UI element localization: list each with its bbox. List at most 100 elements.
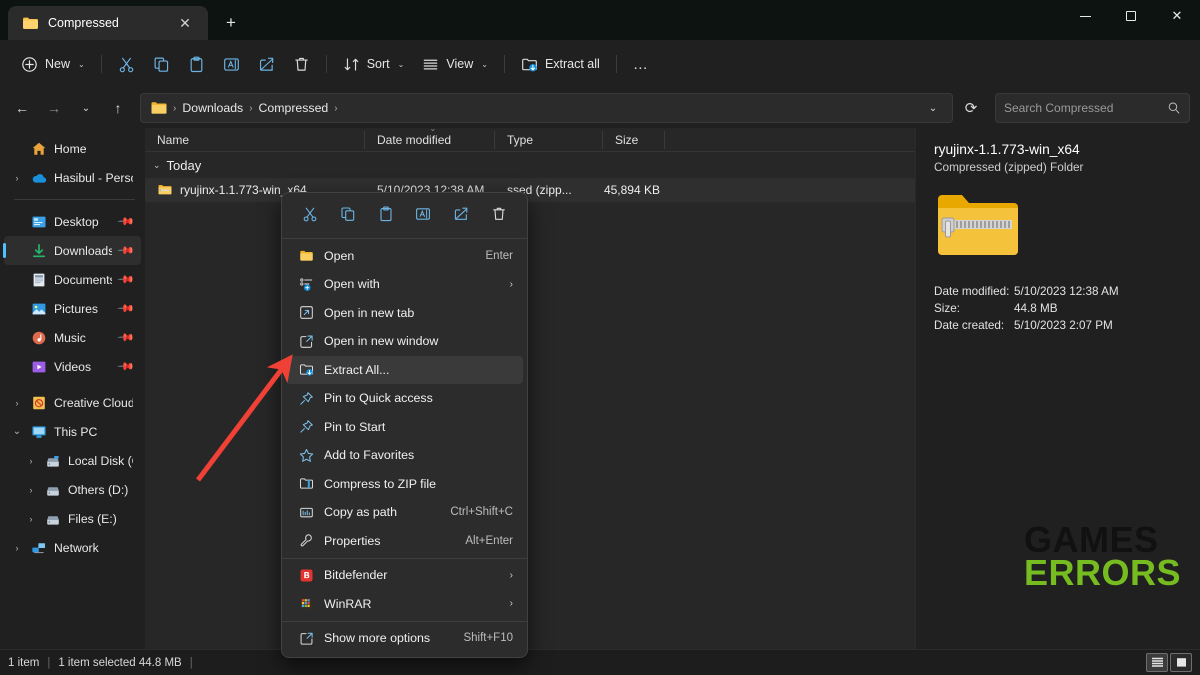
view-button[interactable]: View ⌄: [413, 48, 497, 80]
context-menu-item-open-with[interactable]: Open with ›: [286, 271, 523, 299]
context-menu-item-open[interactable]: Open Enter: [286, 242, 523, 270]
paste-button[interactable]: [179, 48, 214, 80]
pin-icon[interactable]: 📌: [117, 270, 136, 289]
zip-folder-icon: [157, 183, 173, 197]
expander-icon[interactable]: ›: [24, 485, 38, 495]
sort-button[interactable]: Sort ⌄: [334, 48, 414, 80]
context-menu-item-show-more-options[interactable]: Show more options Shift+F10: [286, 625, 523, 653]
refresh-button[interactable]: ⟳: [955, 93, 987, 123]
details-title: ryujinx-1.1.773-win_x64: [934, 142, 1182, 157]
context-menu-item-pin-to-quick-access[interactable]: Pin to Quick access: [286, 385, 523, 413]
minimize-button[interactable]: [1062, 0, 1108, 32]
sidebar-item-documents[interactable]: › Documents 📌: [4, 265, 141, 294]
sidebar-item-creative-cloud[interactable]: › Creative Cloud Files: [4, 388, 141, 417]
rename-button[interactable]: [214, 48, 249, 80]
context-menu-item-winrar[interactable]: WinRAR ›: [286, 590, 523, 618]
context-menu-item-open-in-new-window[interactable]: Open in new window: [286, 328, 523, 356]
context-menu-item-bitdefender[interactable]: Bitdefender ›: [286, 562, 523, 590]
details-view-button[interactable]: [1146, 653, 1168, 672]
column-header-date-modified[interactable]: ⌄ Date modified: [365, 131, 495, 149]
paste-icon[interactable]: [372, 200, 400, 228]
sidebar-item-onedrive[interactable]: › Hasibul - Personal: [4, 163, 141, 192]
column-header-type[interactable]: Type: [495, 131, 603, 149]
context-menu-item-pin-to-start[interactable]: Pin to Start: [286, 413, 523, 441]
rename-icon[interactable]: [409, 200, 437, 228]
cut-button[interactable]: [109, 48, 144, 80]
copy-icon[interactable]: [334, 200, 362, 228]
breadcrumb-separator[interactable]: ›: [332, 103, 339, 114]
back-button[interactable]: ←: [6, 93, 38, 123]
cut-icon[interactable]: [296, 200, 324, 228]
sidebar-item-home[interactable]: › Home: [4, 134, 141, 163]
table-row[interactable]: ryujinx-1.1.773-win_x64 5/10/2023 12:38 …: [145, 178, 915, 202]
chevron-down-icon: ⌄: [78, 60, 85, 69]
forward-button[interactable]: →: [38, 93, 70, 123]
group-header-today[interactable]: ⌄ Today: [145, 152, 915, 178]
sidebar-item-music[interactable]: › Music 📌: [4, 323, 141, 352]
new-tab-button[interactable]: +: [214, 6, 248, 40]
pin-icon[interactable]: 📌: [117, 328, 136, 347]
share-icon[interactable]: [447, 200, 475, 228]
up-button[interactable]: ↑: [102, 93, 134, 123]
context-menu-item-copy-as-path[interactable]: Copy as path Ctrl+Shift+C: [286, 499, 523, 527]
sidebar-item-this-pc[interactable]: ⌄ This PC: [4, 417, 141, 446]
chevron-down-icon: ⌄: [398, 60, 405, 69]
pin-icon[interactable]: 📌: [117, 212, 136, 231]
context-menu-item-add-to-favorites[interactable]: Add to Favorites: [286, 442, 523, 470]
share-button[interactable]: [249, 48, 284, 80]
breadcrumb-downloads[interactable]: Downloads: [178, 101, 247, 115]
delete-icon[interactable]: [485, 200, 513, 228]
pin-icon[interactable]: 📌: [117, 299, 136, 318]
search-input[interactable]: [1004, 101, 1167, 115]
close-window-button[interactable]: ✕: [1154, 0, 1200, 32]
breadcrumb-dropdown-icon[interactable]: ⌄: [920, 96, 946, 120]
sidebar-item-network[interactable]: › Network: [4, 533, 141, 562]
context-menu-item-extract-all[interactable]: Extract All...: [286, 356, 523, 384]
context-menu-item-open-in-new-tab[interactable]: Open in new tab: [286, 299, 523, 327]
expander-icon[interactable]: ›: [10, 173, 24, 183]
more-options-button[interactable]: …: [624, 48, 658, 80]
recent-locations-button[interactable]: ⌄: [70, 93, 102, 123]
search-box[interactable]: [995, 93, 1190, 123]
command-bar: New ⌄: [0, 40, 1200, 88]
sidebar-item-videos[interactable]: › Videos 📌: [4, 352, 141, 381]
tab-compressed[interactable]: Compressed ✕: [8, 6, 208, 40]
show-more-options-icon: [298, 630, 314, 646]
context-menu-item-compress-to-zip[interactable]: Compress to ZIP file: [286, 470, 523, 498]
expander-icon[interactable]: ›: [24, 456, 38, 466]
expander-icon[interactable]: ›: [10, 543, 24, 553]
onedrive-icon: [31, 170, 47, 186]
sidebar-label: Downloads: [54, 244, 112, 258]
sidebar-item-pictures[interactable]: › Pictures 📌: [4, 294, 141, 323]
breadcrumb[interactable]: › Downloads › Compressed › ⌄: [140, 93, 953, 123]
sidebar-item-desktop[interactable]: › Desktop 📌: [4, 207, 141, 236]
chevron-down-icon[interactable]: ⌄: [153, 160, 161, 171]
copy-button[interactable]: [144, 48, 179, 80]
pin-icon: [298, 419, 314, 435]
context-menu-divider: [282, 238, 527, 239]
sort-icon: [343, 56, 360, 73]
close-icon[interactable]: ✕: [172, 10, 198, 36]
sidebar-item-others-d[interactable]: › Others (D:): [4, 475, 141, 504]
extract-all-label: Extract all: [545, 57, 600, 71]
column-header-name[interactable]: Name: [145, 131, 365, 149]
delete-button[interactable]: [284, 48, 319, 80]
sidebar-item-local-disk-c[interactable]: › Local Disk (C:): [4, 446, 141, 475]
sidebar-item-downloads[interactable]: › Downloads 📌: [4, 236, 141, 265]
context-menu-accelerator: Alt+Enter: [465, 535, 513, 547]
new-button[interactable]: New ⌄: [12, 48, 94, 80]
expander-icon[interactable]: ›: [10, 398, 24, 408]
maximize-button[interactable]: [1108, 0, 1154, 32]
pin-icon[interactable]: 📌: [117, 241, 136, 260]
expander-icon[interactable]: ›: [24, 514, 38, 524]
sidebar-item-files-e[interactable]: › Files (E:): [4, 504, 141, 533]
column-header-size[interactable]: Size: [603, 131, 665, 149]
extract-all-button[interactable]: Extract all: [512, 48, 609, 80]
large-icons-view-button[interactable]: [1170, 653, 1192, 672]
context-menu-label: Open with: [324, 277, 500, 291]
expander-icon[interactable]: ⌄: [10, 426, 24, 437]
breadcrumb-compressed[interactable]: Compressed: [255, 101, 333, 115]
search-icon[interactable]: [1167, 101, 1181, 115]
context-menu-item-properties[interactable]: Properties Alt+Enter: [286, 527, 523, 555]
pin-icon[interactable]: 📌: [117, 357, 136, 376]
